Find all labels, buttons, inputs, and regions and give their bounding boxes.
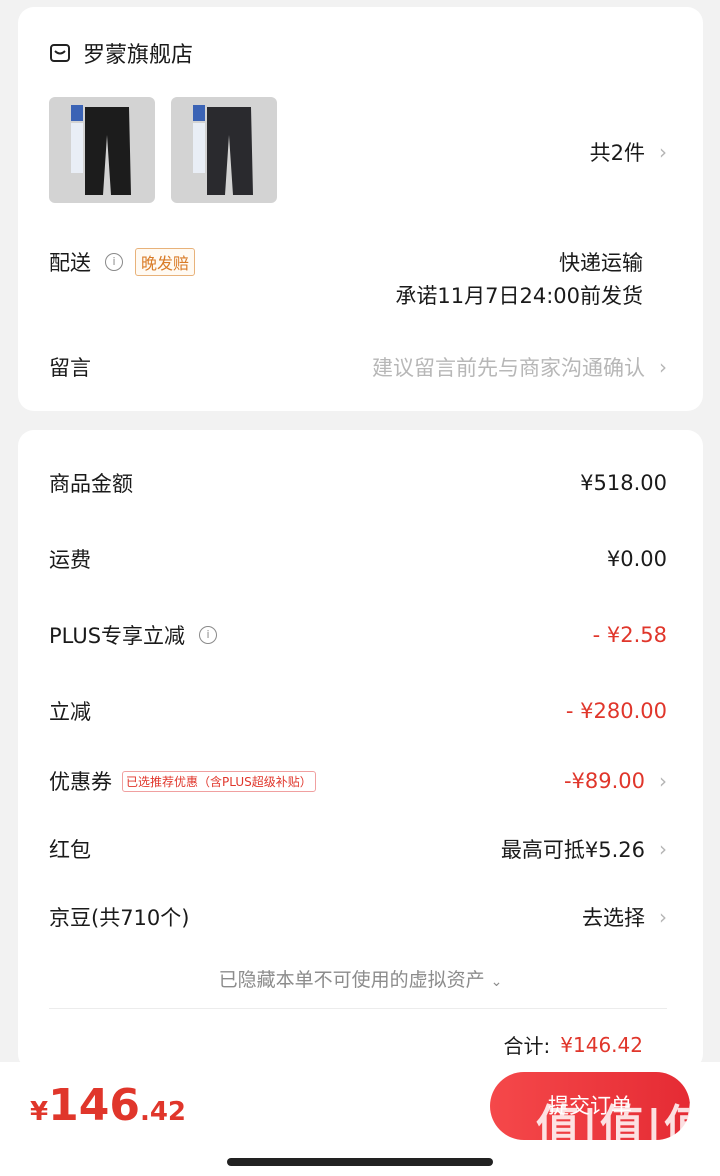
final-price: ¥ 146 .42 (30, 1080, 186, 1131)
instant-discount-row: 立减 - ¥280.00 (49, 694, 667, 728)
info-icon[interactable]: i (199, 626, 218, 644)
watermark-url: zhizhizhi.com (595, 1148, 710, 1168)
price-decimal: .42 (139, 1097, 187, 1127)
pants-image (193, 105, 253, 195)
jd-beans-row[interactable]: 京豆(共710个) 去选择 › (49, 900, 667, 934)
product-thumbnail[interactable] (171, 97, 277, 203)
price-integer: 146 (48, 1080, 140, 1131)
chevron-right-icon: › (659, 769, 667, 793)
coupon-recommend-tag: 已选推荐优惠（含PLUS超级补贴） (122, 770, 316, 792)
plus-discount-value: - ¥2.58 (592, 623, 667, 647)
red-packet-label: 红包 (49, 838, 91, 862)
delivery-info[interactable]: 快递运输 承诺11月7日24:00前发货 (395, 247, 643, 313)
pants-image (71, 105, 131, 195)
shop-name: 罗蒙旗舰店 (83, 43, 194, 68)
chevron-down-icon: ⌄ (490, 974, 503, 990)
store-icon (50, 44, 70, 62)
shipping-value: ¥0.00 (606, 547, 667, 571)
product-thumbnail[interactable] (49, 97, 155, 203)
late-compensation-tag: 晚发赔 (135, 248, 196, 276)
message-label: 留言 (49, 356, 91, 380)
price-summary-card: 商品金额 ¥518.00 运费 ¥0.00 PLUS专享立减 i - ¥2.58… (18, 430, 703, 1070)
price-currency: ¥ (30, 1097, 49, 1127)
goods-amount-row: 商品金额 ¥518.00 (49, 466, 667, 500)
chevron-right-icon: › (659, 355, 667, 379)
total-value: ¥146.42 (560, 1032, 643, 1057)
chevron-right-icon: › (659, 905, 667, 929)
total-row: 合计: ¥146.42 (504, 1030, 643, 1059)
plus-discount-row: PLUS专享立减 i - ¥2.58 (49, 618, 667, 652)
delivery-promise: 承诺11月7日24:00前发货 (395, 284, 643, 308)
goods-amount-label: 商品金额 (49, 472, 133, 496)
coupon-row[interactable]: 优惠券 已选推荐优惠（含PLUS超级补贴） -¥89.00 › (49, 764, 667, 798)
shop-header[interactable]: 罗蒙旗舰店 (49, 37, 193, 69)
goods-amount-value: ¥518.00 (580, 471, 667, 495)
plus-discount-label: PLUS专享立减 (49, 624, 186, 648)
message-placeholder: 建议留言前先与商家沟通确认 (372, 356, 645, 380)
shipping-row: 运费 ¥0.00 (49, 542, 667, 576)
instant-discount-label: 立减 (49, 700, 91, 724)
coupon-label-wrap: 优惠券 已选推荐优惠（含PLUS超级补贴） (49, 766, 316, 796)
instant-discount-value: - ¥280.00 (565, 699, 667, 723)
chevron-right-icon: › (659, 140, 667, 164)
order-shop-card: 罗蒙旗舰店 共2件 › 配送 i 晚发赔 快递运输 承诺11月7日24:00前发… (18, 7, 703, 411)
hidden-assets-toggle[interactable]: 已隐藏本单不可使用的虚拟资产 ⌄ (18, 965, 703, 992)
total-label: 合计: (503, 1034, 551, 1058)
hidden-assets-text: 已隐藏本单不可使用的虚拟资产 (218, 969, 485, 991)
coupon-value-wrap: -¥89.00 › (564, 769, 667, 793)
shipping-label: 运费 (49, 548, 91, 572)
coupon-label: 优惠券 (49, 770, 112, 794)
home-indicator[interactable] (227, 1158, 493, 1166)
delivery-label-row: 配送 i 晚发赔 (49, 247, 196, 277)
plus-discount-label-wrap: PLUS专享立减 i (49, 620, 218, 650)
delivery-label: 配送 (49, 251, 91, 275)
coupon-value: -¥89.00 (563, 769, 645, 793)
divider (49, 1008, 667, 1009)
item-count: 共2件 (589, 141, 645, 165)
jd-beans-value: 去选择 (582, 906, 645, 930)
watermark-logo: 值|值|值 (535, 1101, 710, 1152)
delivery-method: 快递运输 (559, 251, 643, 275)
red-packet-value-wrap: 最高可抵¥5.26 › (501, 834, 667, 864)
info-icon[interactable]: i (105, 253, 123, 271)
item-count-link[interactable]: 共2件 › (590, 137, 667, 167)
jd-beans-value-wrap: 去选择 › (582, 902, 667, 932)
chevron-right-icon: › (659, 837, 667, 861)
red-packet-row[interactable]: 红包 最高可抵¥5.26 › (49, 832, 667, 866)
jd-beans-label: 京豆(共710个) (49, 906, 190, 930)
message-input[interactable]: 建议留言前先与商家沟通确认 › (372, 352, 667, 382)
red-packet-value: 最高可抵¥5.26 (500, 838, 645, 862)
